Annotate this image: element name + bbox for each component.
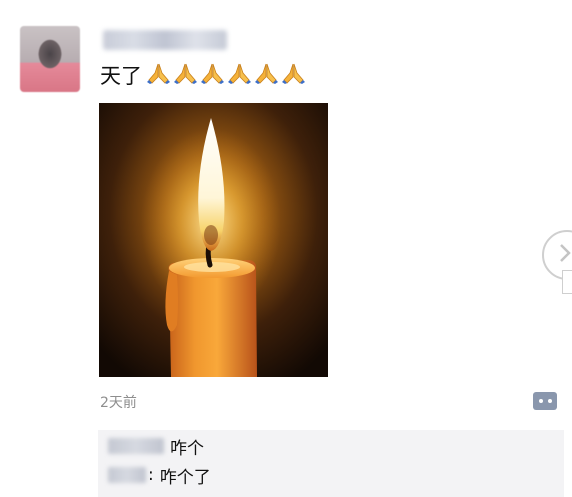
- comment-separator: :: [148, 465, 154, 485]
- chevron-right-icon: [560, 244, 571, 262]
- commenter-name-blurred[interactable]: [108, 438, 164, 454]
- pray-emoji: [171, 61, 198, 90]
- comment-row-2[interactable]: : 咋个了: [98, 462, 211, 488]
- user-avatar[interactable]: [20, 26, 80, 92]
- comment-text: 咋个了: [159, 467, 211, 488]
- post-text-content: 天了: [100, 64, 142, 88]
- pray-emoji: [144, 61, 171, 90]
- pray-emoji: [225, 61, 252, 90]
- side-handle[interactable]: [562, 270, 572, 294]
- comment-section: 咋个 : 咋个了: [98, 430, 564, 497]
- post-time: 2天前: [100, 395, 137, 411]
- emoji-row: [144, 61, 306, 90]
- post-image-candle[interactable]: [99, 103, 328, 377]
- dot-icon: [547, 399, 552, 403]
- pray-emoji: [279, 61, 306, 90]
- dot-icon: [538, 399, 543, 403]
- comment-row-1[interactable]: 咋个: [98, 433, 204, 459]
- user-name-blurred[interactable]: [103, 30, 227, 50]
- comment-text: 咋个: [170, 438, 204, 459]
- more-options-button[interactable]: [533, 392, 557, 410]
- commenter-name-blurred[interactable]: [108, 467, 146, 483]
- pray-emoji: [198, 61, 225, 90]
- post-text: 天了: [100, 60, 306, 90]
- pray-emoji: [252, 61, 279, 90]
- candle-flame-image: [99, 103, 328, 377]
